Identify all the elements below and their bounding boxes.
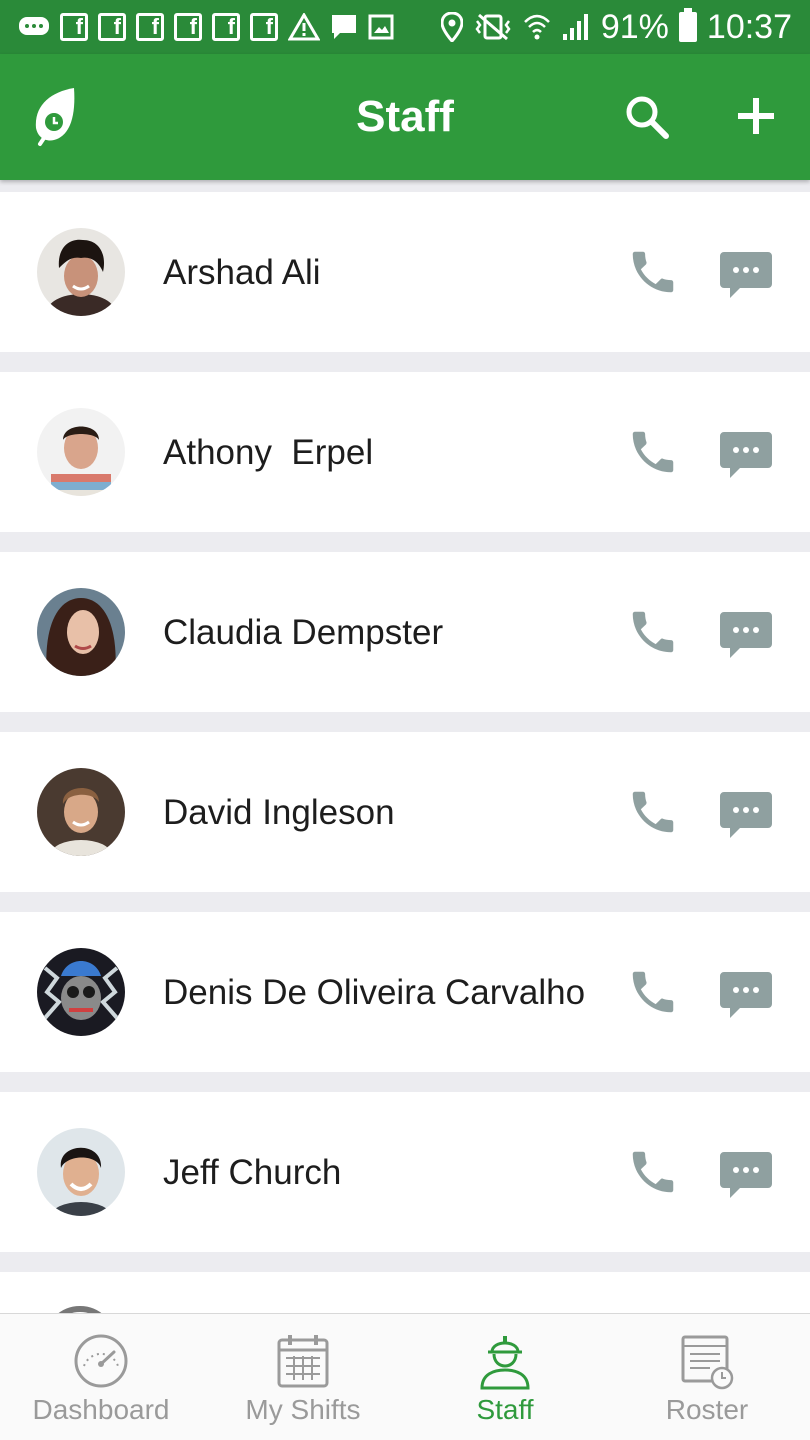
facebook-icon: f <box>98 13 126 41</box>
search-icon <box>626 96 669 139</box>
nav-label: Dashboard <box>32 1394 170 1425</box>
app-bar: Staff <box>0 54 810 180</box>
page-title: Staff <box>356 92 454 141</box>
phone-icon <box>632 1151 674 1193</box>
add-staff-button[interactable] <box>736 96 776 136</box>
speedometer-icon <box>74 1334 128 1388</box>
staff-name: David Ingleson <box>163 793 395 832</box>
chat-bubble-icon <box>720 1152 772 1198</box>
message-button[interactable] <box>718 790 774 840</box>
staff-name: Arshad Ali <box>163 253 321 292</box>
image-icon <box>368 14 394 40</box>
avatar <box>37 768 125 856</box>
chat-bubble-icon <box>720 612 772 658</box>
facebook-icon: f <box>250 13 278 41</box>
phone-icon <box>632 791 674 833</box>
nav-label: Roster <box>665 1394 749 1425</box>
call-button[interactable] <box>626 1145 680 1199</box>
call-button[interactable] <box>626 425 680 479</box>
signal-icon <box>561 12 591 42</box>
chat-icon <box>330 13 358 41</box>
call-button[interactable] <box>626 785 680 839</box>
avatar <box>37 588 125 676</box>
staff-name: Denis De Oliveira Carvalho <box>163 973 586 1012</box>
search-button[interactable] <box>624 94 670 140</box>
vibrate-mute-icon <box>473 13 513 41</box>
battery-icon <box>678 8 697 42</box>
chat-bubble-icon <box>720 252 772 298</box>
nav-dashboard[interactable]: Dashboard <box>0 1314 202 1440</box>
facebook-icon: f <box>212 13 240 41</box>
nav-roster[interactable]: Roster <box>606 1314 808 1440</box>
message-button[interactable] <box>718 610 774 660</box>
message-button[interactable] <box>718 430 774 480</box>
bottom-navigation: Dashboard My Shifts Staff Roster <box>0 1313 810 1440</box>
phone-icon <box>632 971 674 1013</box>
message-bubble-icon <box>18 14 50 40</box>
staff-row[interactable]: Athony Erpel <box>0 372 810 532</box>
staff-row[interactable]: Claudia Dempster <box>0 552 810 712</box>
nav-my-shifts[interactable]: My Shifts <box>202 1314 404 1440</box>
staff-row[interactable]: Denis De Oliveira Carvalho <box>0 912 810 1072</box>
facebook-icon: f <box>174 13 202 41</box>
wifi-icon <box>523 12 551 42</box>
staff-row[interactable]: Jeff Church <box>0 1092 810 1252</box>
message-button[interactable] <box>718 250 774 300</box>
status-bar: f f f f f f 91% 10:37 <box>0 0 810 54</box>
roster-clock-icon <box>681 1335 734 1390</box>
avatar <box>37 408 125 496</box>
notification-icons: f f f f f f <box>18 13 441 41</box>
call-button[interactable] <box>626 605 680 659</box>
nav-label: Staff <box>476 1394 534 1425</box>
message-button[interactable] <box>718 970 774 1020</box>
avatar <box>37 228 125 316</box>
calendar-icon <box>277 1335 329 1388</box>
chat-bubble-icon <box>720 792 772 838</box>
chat-bubble-icon <box>720 432 772 478</box>
staff-name: Jeff Church <box>163 1153 342 1192</box>
avatar <box>37 948 125 1036</box>
call-button[interactable] <box>626 965 680 1019</box>
nav-label: My Shifts <box>245 1394 361 1425</box>
nav-staff[interactable]: Staff <box>404 1314 606 1440</box>
phone-icon <box>632 251 674 293</box>
facebook-icon: f <box>136 13 164 41</box>
facebook-icon: f <box>60 13 88 41</box>
staff-name: Athony Erpel <box>163 433 374 472</box>
call-button[interactable] <box>626 245 680 299</box>
clock-time: 10:37 <box>706 7 792 46</box>
chat-bubble-icon <box>720 972 772 1018</box>
phone-icon <box>632 611 674 653</box>
staff-row[interactable]: Arshad Ali <box>0 192 810 352</box>
plus-icon <box>738 98 774 134</box>
staff-name: Claudia Dempster <box>163 613 444 652</box>
phone-icon <box>632 431 674 473</box>
battery-percent: 91% <box>600 7 669 46</box>
location-icon <box>440 12 463 42</box>
staff-row[interactable]: David Ingleson <box>0 732 810 892</box>
message-button[interactable] <box>718 1150 774 1200</box>
worker-hardhat-icon <box>480 1336 530 1390</box>
avatar <box>37 1128 125 1216</box>
warning-icon <box>288 13 320 41</box>
